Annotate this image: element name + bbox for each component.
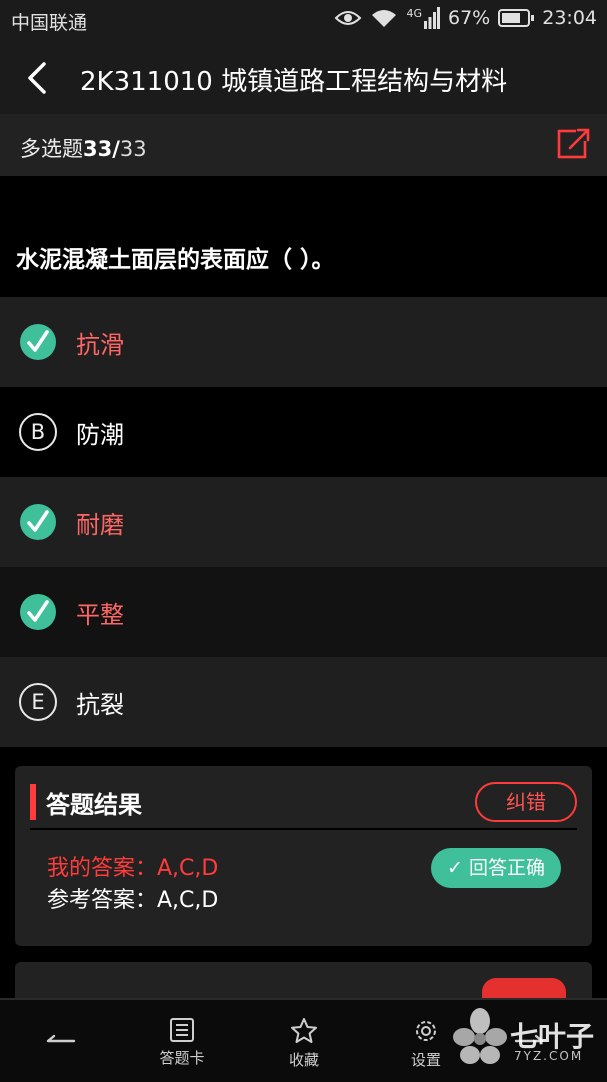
battery-icon xyxy=(498,9,535,27)
question-info-bar: 多选题33/33 xyxy=(0,114,607,176)
answer-card-label: 答题卡 xyxy=(159,1049,205,1067)
check-circle-icon xyxy=(20,594,56,630)
signal-icon xyxy=(424,7,440,29)
question-progress: 多选题33/33 xyxy=(20,133,147,163)
option-label: 防潮 xyxy=(76,421,124,449)
eye-icon xyxy=(335,11,362,25)
network-type: 4G xyxy=(406,6,422,20)
page-title: 2K311010 城镇道路工程结构与材料 xyxy=(80,67,508,97)
reference-answer: 参考答案：A,C,D xyxy=(47,888,219,913)
share-icon[interactable] xyxy=(556,126,592,162)
option-e[interactable]: E 抗裂 xyxy=(0,657,607,747)
leaf-logo-icon xyxy=(453,1008,507,1064)
correct-badge: ✓ 回答正确 xyxy=(431,848,561,888)
question-text: 水泥混凝土面层的表面应（ ）。 xyxy=(16,247,335,273)
watermark-domain: 7YZ.COM xyxy=(514,1049,584,1063)
wifi-icon xyxy=(372,10,397,27)
total-count: 33 xyxy=(119,137,147,161)
option-label: 平整 xyxy=(76,601,124,629)
answer-card-icon xyxy=(170,1018,194,1042)
status-bar: 中国联通 4G 67% 23:04 xyxy=(0,0,607,42)
check-circle-icon xyxy=(20,504,56,540)
prev-question-button[interactable] xyxy=(40,1000,82,1082)
analysis-card xyxy=(15,962,592,1002)
star-icon xyxy=(291,1018,317,1043)
heading-accent-bar xyxy=(30,784,36,820)
result-card: 答题结果 纠错 我的答案：A,C,D 参考答案：A,C,D ✓ 回答正确 xyxy=(15,766,592,946)
current-index: 33/ xyxy=(83,137,120,161)
back-arrow-icon[interactable] xyxy=(22,60,52,96)
check-circle-icon xyxy=(20,324,56,360)
option-label: 耐磨 xyxy=(76,511,124,539)
result-heading: 答题结果 xyxy=(46,791,142,819)
option-c[interactable]: 耐磨 xyxy=(0,477,607,567)
option-letter: E xyxy=(19,683,57,721)
my-answer: 我的答案：A,C,D xyxy=(47,856,219,881)
arrow-left-icon xyxy=(46,1034,76,1043)
battery-percent: 67% xyxy=(448,7,491,29)
favorite-button[interactable]: 收藏 xyxy=(270,1000,338,1082)
option-label: 抗滑 xyxy=(76,331,124,359)
option-label: 抗裂 xyxy=(76,691,124,719)
settings-button[interactable]: 设置 xyxy=(392,1000,460,1082)
option-a[interactable]: 抗滑 xyxy=(0,297,607,387)
divider xyxy=(30,828,577,830)
report-error-button[interactable]: 纠错 xyxy=(475,782,577,822)
watermark-logo: 七叶子 7YZ.COM xyxy=(452,1005,602,1071)
option-d[interactable]: 平整 xyxy=(0,567,607,657)
option-list: 抗滑 B 防潮 耐磨 平整 E 抗裂 xyxy=(0,297,607,747)
title-bar: 2K311010 城镇道路工程结构与材料 xyxy=(0,42,607,114)
carrier-name: 中国联通 xyxy=(11,12,88,34)
gear-icon xyxy=(416,1021,436,1041)
status-icons: 4G 67% 23:04 xyxy=(334,7,597,29)
favorite-label: 收藏 xyxy=(288,1051,319,1069)
option-b[interactable]: B 防潮 xyxy=(0,387,607,477)
option-letter: B xyxy=(19,413,57,451)
settings-label: 设置 xyxy=(410,1051,441,1069)
question-type: 多选题 xyxy=(20,137,83,161)
clock: 23:04 xyxy=(542,7,597,29)
answer-card-button[interactable]: 答题卡 xyxy=(148,1000,216,1082)
